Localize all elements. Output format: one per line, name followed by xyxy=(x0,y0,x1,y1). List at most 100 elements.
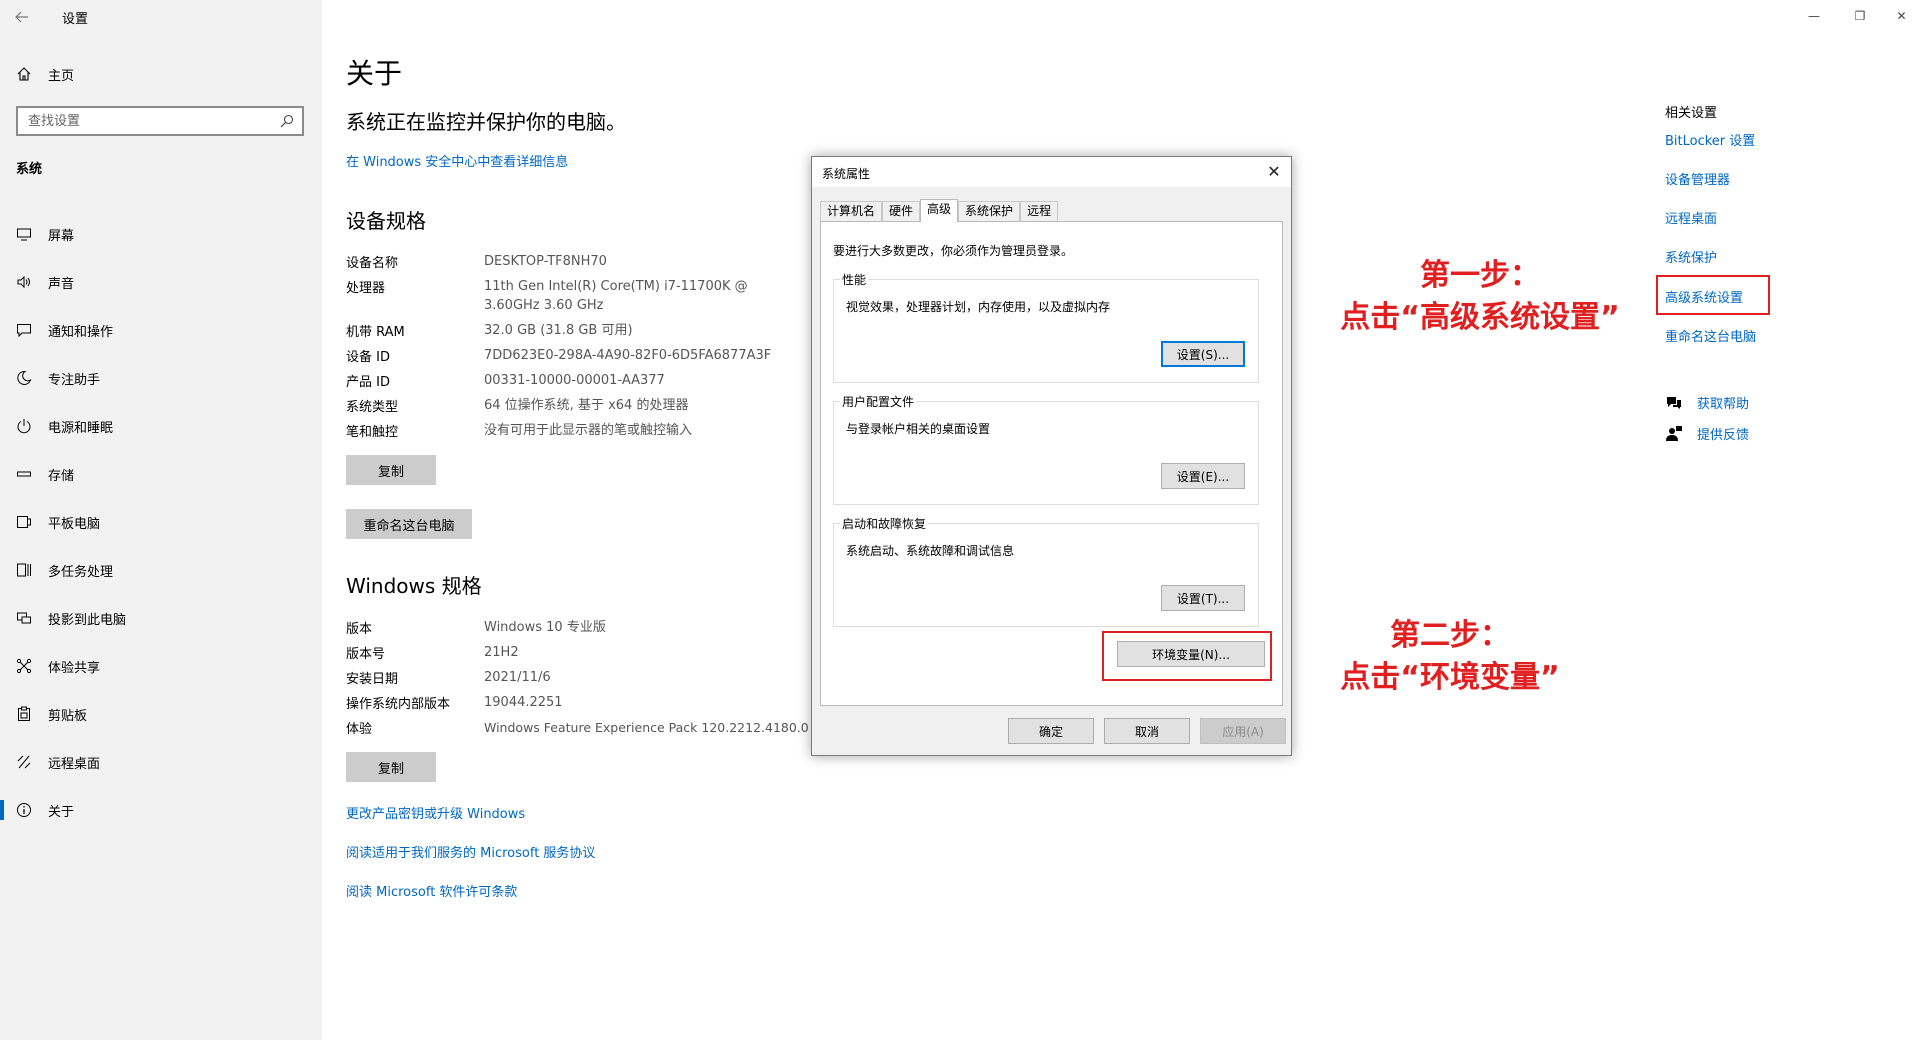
sidebar-item-label: 平板电脑 xyxy=(48,516,101,532)
tablet-icon xyxy=(16,514,32,530)
sidebar-item-label: 屏幕 xyxy=(48,228,75,244)
remote-desktop-link[interactable]: 远程桌面 xyxy=(1665,208,1717,227)
project-icon xyxy=(16,610,32,626)
sidebar-item-label: 多任务处理 xyxy=(48,564,114,580)
tab-advanced[interactable]: 高级 xyxy=(920,199,959,222)
get-help-row[interactable]: 获取帮助 xyxy=(1665,393,1749,412)
spec-row: 机带 RAM 32.0 GB (31.8 GB 可用) xyxy=(346,321,804,340)
power-icon xyxy=(16,418,32,434)
spec-key: 体验 xyxy=(346,722,373,737)
sidebar-item-sound[interactable]: 声音 xyxy=(0,258,322,306)
spec-value: 32.0 GB (31.8 GB 可用) xyxy=(484,323,633,338)
apply-button[interactable]: 应用(A) xyxy=(1200,718,1286,744)
bitlocker-settings-link[interactable]: BitLocker 设置 xyxy=(1665,130,1755,149)
spec-row: 产品 ID 00331-10000-00001-AA377 xyxy=(346,371,804,390)
sidebar-item-notifications[interactable]: 通知和操作 xyxy=(0,306,322,354)
search-icon[interactable] xyxy=(280,114,294,128)
protection-status: 系统正在监控并保护你的电脑。 xyxy=(346,110,626,134)
back-arrow-icon[interactable] xyxy=(14,4,34,30)
sidebar-item-label: 剪贴板 xyxy=(48,708,88,724)
spec-value: 00331-10000-00001-AA377 xyxy=(484,373,665,388)
sidebar-item-display[interactable]: 屏幕 xyxy=(0,210,322,258)
sidebar-item-shared-experience[interactable]: 体验共享 xyxy=(0,642,322,690)
performance-settings-button[interactable]: 设置(S)... xyxy=(1161,341,1245,367)
step1-line2: 点击“高级系统设置” xyxy=(1340,300,1620,335)
spec-value: Windows 10 专业版 xyxy=(484,620,606,635)
spec-value: 21H2 xyxy=(484,645,519,660)
sidebar-item-storage[interactable]: 存储 xyxy=(0,450,322,498)
spec-row: 体验 Windows Feature Experience Pack 120.2… xyxy=(346,718,814,737)
spec-row: 安装日期 2021/11/6 xyxy=(346,668,804,687)
rename-pc-button[interactable]: 重命名这台电脑 xyxy=(346,509,472,539)
security-center-link[interactable]: 在 Windows 安全中心中查看详细信息 xyxy=(346,151,568,170)
cancel-button[interactable]: 取消 xyxy=(1104,718,1190,744)
license-terms-link[interactable]: 阅读 Microsoft 软件许可条款 xyxy=(346,881,517,900)
minimize-button[interactable]: — xyxy=(1791,0,1837,32)
nav-home[interactable]: 主页 xyxy=(0,60,322,88)
rename-pc-link[interactable]: 重命名这台电脑 xyxy=(1665,326,1756,345)
system-protection-link[interactable]: 系统保护 xyxy=(1665,247,1717,266)
services-agreement-link[interactable]: 阅读适用于我们服务的 Microsoft 服务协议 xyxy=(346,842,595,861)
ok-button[interactable]: 确定 xyxy=(1008,718,1094,744)
admin-note: 要进行大多数更改，你必须作为管理员登录。 xyxy=(833,244,1074,258)
step2-line1: 第二步： xyxy=(1390,618,1510,653)
spec-value: 没有可用于此显示器的笔或触控输入 xyxy=(484,423,693,438)
group-legend: 性能 xyxy=(840,271,869,288)
copy-device-specs-button[interactable]: 复制 xyxy=(346,455,436,485)
monitor-icon xyxy=(16,226,32,242)
spec-row: 版本号 21H2 xyxy=(346,643,804,662)
search-box[interactable] xyxy=(16,106,304,136)
sidebar-item-tablet[interactable]: 平板电脑 xyxy=(0,498,322,546)
group-legend: 用户配置文件 xyxy=(840,393,917,410)
sidebar-item-label: 远程桌面 xyxy=(48,756,101,772)
group-description: 系统启动、系统故障和调试信息 xyxy=(846,544,1015,558)
spec-value: 11th Gen Intel(R) Core(TM) i7-11700K @ 3… xyxy=(484,279,748,313)
dialog-close-button[interactable]: ✕ xyxy=(1263,161,1285,183)
spec-key: 安装日期 xyxy=(346,672,399,687)
spec-value: DESKTOP-TF8NH70 xyxy=(484,254,607,269)
multitask-icon xyxy=(16,562,32,578)
restore-button[interactable]: ❐ xyxy=(1837,0,1883,32)
sidebar-item-multitasking[interactable]: 多任务处理 xyxy=(0,546,322,594)
device-specs-heading: 设备规格 xyxy=(346,209,426,233)
spec-key: 产品 ID xyxy=(346,375,390,390)
sidebar-item-label: 电源和睡眠 xyxy=(48,420,114,436)
sidebar-item-clipboard[interactable]: 剪贴板 xyxy=(0,690,322,738)
spec-key: 版本号 xyxy=(346,647,386,662)
dialog-titlebar[interactable]: 系统属性 ✕ xyxy=(812,157,1291,187)
get-help-link[interactable]: 获取帮助 xyxy=(1697,393,1749,412)
sidebar-item-remote-desktop[interactable]: 远程桌面 xyxy=(0,738,322,786)
give-feedback-link[interactable]: 提供反馈 xyxy=(1697,424,1749,443)
sidebar-item-project[interactable]: 投影到此电脑 xyxy=(0,594,322,642)
sidebar-item-power[interactable]: 电源和睡眠 xyxy=(0,402,322,450)
moon-icon xyxy=(16,370,32,386)
sidebar-item-about[interactable]: 关于 xyxy=(0,786,322,834)
user-profiles-settings-button[interactable]: 设置(E)... xyxy=(1161,463,1245,489)
spec-row: 系统类型 64 位操作系统, 基于 x64 的处理器 xyxy=(346,396,804,415)
close-window-button[interactable]: ✕ xyxy=(1883,0,1920,32)
sidebar-item-label: 体验共享 xyxy=(48,660,101,676)
dialog-tabs: 计算机名 硬件 高级 系统保护 远程 xyxy=(820,199,1059,222)
startup-recovery-settings-button[interactable]: 设置(T)... xyxy=(1161,585,1245,611)
tab-hardware[interactable]: 硬件 xyxy=(882,201,921,221)
spec-value: 2021/11/6 xyxy=(484,670,551,685)
help-chat-icon xyxy=(1665,395,1683,411)
search-input[interactable] xyxy=(18,108,268,134)
page-title: 关于 xyxy=(346,57,403,90)
tab-remote[interactable]: 远程 xyxy=(1020,201,1059,221)
notification-icon xyxy=(16,322,32,338)
copy-windows-specs-button[interactable]: 复制 xyxy=(346,752,436,782)
give-feedback-row[interactable]: 提供反馈 xyxy=(1665,424,1749,443)
step2-line2: 点击“环境变量” xyxy=(1340,660,1560,695)
device-manager-link[interactable]: 设备管理器 xyxy=(1665,169,1730,188)
sidebar-item-focus-assist[interactable]: 专注助手 xyxy=(0,354,322,402)
spec-key: 版本 xyxy=(346,622,373,637)
section-title: 系统 xyxy=(16,162,43,177)
spec-key: 机带 RAM xyxy=(346,325,405,340)
tab-system-protection[interactable]: 系统保护 xyxy=(958,201,1021,221)
related-settings-heading: 相关设置 xyxy=(1665,106,1718,121)
advanced-settings-highlight-box xyxy=(1656,275,1770,315)
change-product-key-link[interactable]: 更改产品密钥或升级 Windows xyxy=(346,803,525,822)
tab-computer-name[interactable]: 计算机名 xyxy=(820,201,883,221)
environment-variables-highlight-box xyxy=(1102,631,1272,681)
